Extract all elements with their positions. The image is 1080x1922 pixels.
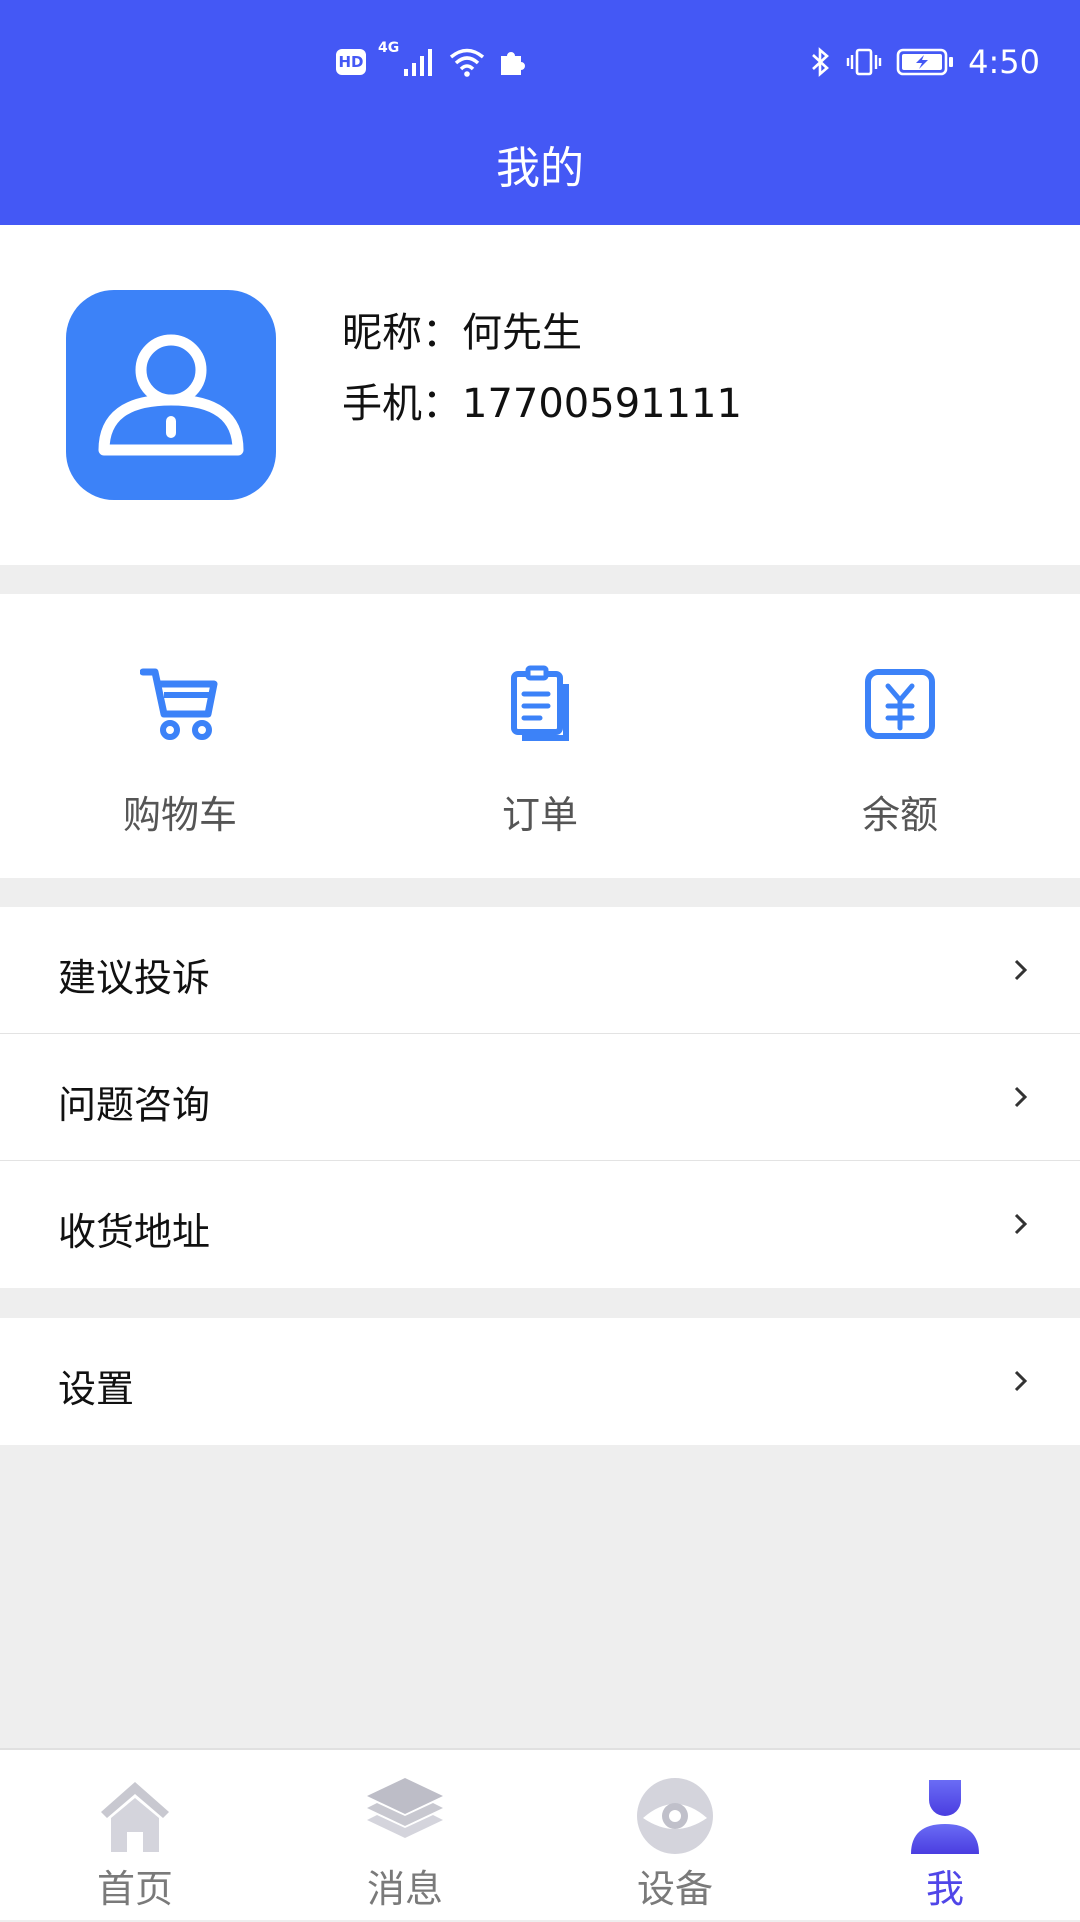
menu-item-address[interactable]: 收货地址 (0, 1161, 1080, 1288)
quick-actions: 购物车 订单 余额 (0, 594, 1080, 878)
chevron-right-icon (1014, 1086, 1028, 1108)
menu-item-suggestion[interactable]: 建议投诉 (0, 907, 1080, 1034)
menu-group-settings: 设置 (0, 1318, 1080, 1445)
menu-group-main: 建议投诉 问题咨询 收货地址 (0, 907, 1080, 1288)
bottom-nav: 首页 消息 设备 我 (0, 1748, 1080, 1920)
chevron-right-icon (1014, 1370, 1028, 1392)
quick-action-label: 订单 (501, 793, 578, 837)
menu-item-label: 收货地址 (58, 1210, 211, 1254)
quick-action-balance[interactable]: 余额 (720, 594, 1080, 878)
bluetooth-icon (812, 47, 830, 77)
home-icon (101, 1782, 169, 1852)
vibrate-icon (846, 48, 882, 76)
chevron-right-icon (1014, 1213, 1028, 1235)
nav-tab-label: 我 (925, 1867, 964, 1911)
user-avatar-icon[interactable] (66, 290, 276, 500)
quick-action-orders[interactable]: 订单 (360, 594, 720, 878)
status-time: 4:50 (968, 43, 1040, 81)
battery-charging-icon (896, 48, 954, 76)
puzzle-icon (501, 52, 526, 75)
wifi-icon (450, 48, 485, 77)
nav-tab-label: 消息 (366, 1867, 443, 1911)
yuan-wallet-icon (865, 669, 935, 739)
menu-item-settings[interactable]: 设置 (0, 1318, 1080, 1445)
nav-tab-label: 首页 (96, 1867, 173, 1911)
status-bar-right: 4:50 (810, 40, 1040, 84)
signal-icon (404, 49, 433, 76)
quick-action-label: 余额 (861, 793, 938, 837)
nav-tab-messages[interactable]: 消息 (270, 1750, 540, 1922)
device-icon (637, 1778, 713, 1854)
nav-tab-home[interactable]: 首页 (0, 1750, 270, 1922)
top-app-bar: HD 4G 4:50 我的 (0, 0, 1080, 225)
menu-item-label: 问题咨询 (58, 1083, 211, 1127)
menu-item-label: 设置 (58, 1367, 135, 1411)
hd-icon: HD (336, 49, 366, 75)
status-bar-left: HD 4G (336, 40, 527, 84)
profile-card[interactable]: 昵称：何先生 手机：17700591111 (0, 225, 1080, 565)
menu-item-label: 建议投诉 (58, 956, 211, 1000)
network-type-label: 4G (378, 40, 400, 56)
menu-item-consult[interactable]: 问题咨询 (0, 1034, 1080, 1161)
nav-tab-me[interactable]: 我 (810, 1750, 1080, 1922)
shopping-cart-icon (140, 668, 218, 740)
clipboard-icon (511, 665, 569, 741)
nav-tab-devices[interactable]: 设备 (540, 1750, 810, 1922)
quick-action-cart[interactable]: 购物车 (0, 594, 360, 878)
quick-action-label: 购物车 (122, 793, 237, 837)
phone-text: 手机：17700591111 (342, 381, 742, 427)
nickname-text: 昵称：何先生 (342, 310, 582, 356)
person-icon (911, 1780, 979, 1854)
nav-tab-label: 设备 (636, 1867, 713, 1911)
page-title: 我的 (496, 143, 584, 194)
chevron-right-icon (1014, 959, 1028, 981)
layers-icon (367, 1778, 443, 1838)
